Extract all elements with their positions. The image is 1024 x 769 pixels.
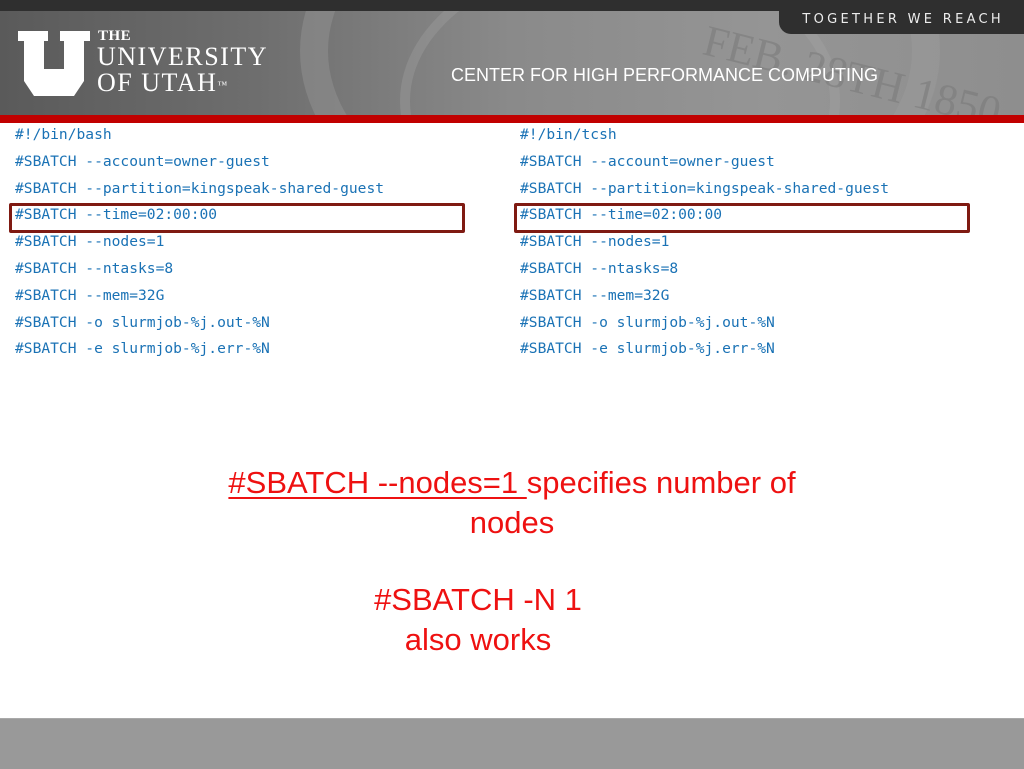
logo-of-utah-text: OF UTAH xyxy=(97,68,218,97)
short-flag-line2: also works xyxy=(404,622,552,657)
nodes-explanation-note: #SBATCH --nodes=1 specifies number of no… xyxy=(0,463,1024,543)
center-title: CENTER FOR HIGH PERFORMANCE COMPUTING xyxy=(451,65,879,85)
code-line: #SBATCH -e slurmjob-%j.err-%N xyxy=(520,340,775,358)
code-line: #SBATCH --ntasks=8 xyxy=(15,259,174,277)
code-line: #SBATCH -o slurmjob-%j.out-%N xyxy=(15,313,270,331)
nodes-note-line1: #SBATCH --nodes=1 specifies number of xyxy=(0,463,1024,503)
code-line: #SBATCH --nodes=1 xyxy=(520,233,670,251)
bash-script-block: #!/bin/bash #SBATCH --account=owner-gues… xyxy=(15,122,384,363)
logo-of-utah: OF UTAH™ xyxy=(97,70,227,96)
code-line: #SBATCH --partition=kingspeak-shared-gue… xyxy=(520,179,890,197)
time-highlight-box-left xyxy=(9,203,465,233)
nodes-note-rest: specifies number of xyxy=(526,465,796,500)
block-u-logo-icon xyxy=(18,31,90,96)
code-line: #!/bin/bash xyxy=(15,126,112,143)
code-line: #SBATCH --ntasks=8 xyxy=(520,259,679,277)
code-line: #SBATCH -o slurmjob-%j.out-%N xyxy=(520,313,775,331)
top-dark-bar xyxy=(0,0,1024,11)
nodes-note-line2: nodes xyxy=(469,505,555,540)
code-line: #!/bin/tcsh xyxy=(520,126,617,143)
code-line: #SBATCH --account=owner-guest xyxy=(520,152,775,170)
tagline: TOGETHER WE REACH xyxy=(802,12,1004,27)
code-line: #SBATCH -e slurmjob-%j.err-%N xyxy=(15,340,270,358)
code-line: #SBATCH --account=owner-guest xyxy=(15,152,270,170)
code-line: #SBATCH --nodes=1 xyxy=(15,233,165,251)
logo-university: UNIVERSITY xyxy=(97,42,268,71)
time-highlight-box-right xyxy=(514,203,970,233)
code-line: #SBATCH --partition=kingspeak-shared-gue… xyxy=(15,179,385,197)
short-flag-note: #SBATCH -N 1 also works xyxy=(278,580,678,660)
footer-bar xyxy=(0,718,1024,769)
code-line: #SBATCH --mem=32G xyxy=(520,286,670,304)
tagline-tab: TOGETHER WE REACH xyxy=(779,11,1024,34)
nodes-directive-underlined: #SBATCH --nodes=1 xyxy=(228,465,527,500)
tcsh-script-block: #!/bin/tcsh #SBATCH --account=owner-gues… xyxy=(520,122,889,363)
short-flag-line1: #SBATCH -N 1 xyxy=(374,582,582,617)
trademark-symbol: ™ xyxy=(217,80,228,91)
header-banner: FEB. 28TH 1850 TOGETHER WE REACH THE UNI… xyxy=(0,11,1024,115)
code-line: #SBATCH --mem=32G xyxy=(15,286,165,304)
